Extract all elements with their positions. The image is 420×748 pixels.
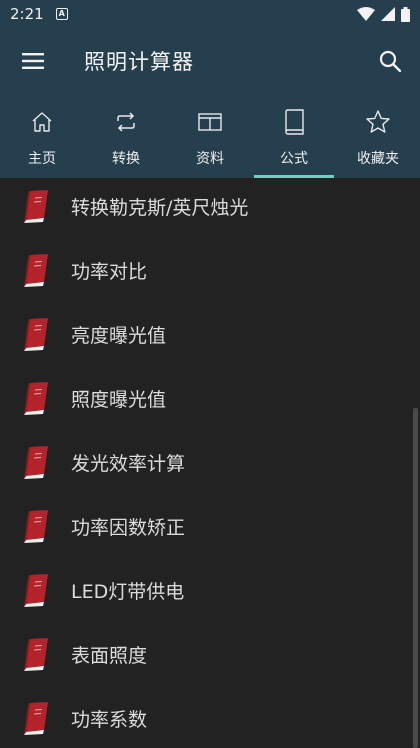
list-item-label: 转换勒克斯/英尺烛光 — [71, 196, 249, 219]
red-book-icon — [24, 510, 48, 543]
list-item-label: LED灯带供电 — [71, 580, 185, 603]
red-book-icon — [24, 702, 48, 735]
list-item-label: 功率系数 — [71, 708, 148, 731]
formula-book-icon — [285, 109, 304, 135]
list-item[interactable]: 功率对比 — [0, 238, 420, 302]
list-item[interactable]: LED灯带供电 — [0, 558, 420, 622]
list-item[interactable]: 转换勒克斯/英尺烛光 — [0, 178, 420, 238]
red-book-icon — [24, 382, 48, 415]
notification-icon: A — [55, 8, 68, 20]
tab-label: 公式 — [280, 151, 308, 167]
tab-label: 收藏夹 — [357, 151, 399, 167]
list-item-label: 功率对比 — [71, 260, 148, 283]
red-book-icon — [24, 254, 48, 287]
list-item[interactable]: 表面照度 — [0, 622, 420, 686]
scrollbar[interactable] — [413, 408, 418, 748]
list-item-label: 功率因数矫正 — [71, 516, 186, 539]
red-book-icon — [24, 574, 48, 607]
tab-convert[interactable]: 转换 — [84, 94, 168, 178]
tab-formula[interactable]: 公式 — [252, 94, 336, 178]
tab-home[interactable]: 主页 — [0, 94, 84, 178]
tab-label: 资料 — [196, 151, 224, 167]
home-icon — [32, 112, 52, 132]
list-item[interactable]: 照度曝光值 — [0, 366, 420, 430]
red-book-icon — [24, 190, 48, 223]
status-icons — [357, 6, 410, 22]
search-button[interactable] — [360, 28, 420, 94]
list-item-label: 照度曝光值 — [71, 388, 167, 411]
search-icon — [379, 50, 401, 72]
formula-list[interactable]: 转换勒克斯/英尺烛光 功率对比 亮度曝光值 照度曝光值 发光效率计算 功率因数矫… — [0, 178, 420, 748]
tab-label: 转换 — [112, 151, 140, 167]
menu-icon — [22, 53, 44, 69]
list-item-label: 亮度曝光值 — [71, 324, 167, 347]
list-item-label: 表面照度 — [71, 644, 148, 667]
list-item[interactable]: 功率系数 — [0, 686, 420, 748]
list-item[interactable]: 亮度曝光值 — [0, 302, 420, 366]
wifi-icon — [357, 7, 375, 21]
status-time: 2:21 — [10, 5, 44, 23]
red-book-icon — [24, 446, 48, 479]
tab-bar: 主页 转换 资料 公式 收藏夹 — [0, 94, 420, 178]
app-bar: 照明计算器 — [0, 28, 420, 94]
data-icon — [198, 113, 222, 131]
convert-icon — [117, 112, 135, 132]
signal-icon — [381, 7, 395, 21]
red-book-icon — [24, 318, 48, 351]
red-book-icon — [24, 638, 48, 671]
tab-favorites[interactable]: 收藏夹 — [336, 94, 420, 178]
battery-icon — [401, 6, 410, 22]
star-icon — [366, 110, 390, 133]
status-bar: 2:21 A — [0, 0, 420, 28]
list-item-label: 发光效率计算 — [71, 452, 186, 475]
list-item[interactable]: 功率因数矫正 — [0, 494, 420, 558]
list-item[interactable]: 发光效率计算 — [0, 430, 420, 494]
tab-data[interactable]: 资料 — [168, 94, 252, 178]
menu-button[interactable] — [0, 28, 66, 94]
tab-label: 主页 — [28, 151, 56, 167]
app-title: 照明计算器 — [84, 50, 194, 74]
